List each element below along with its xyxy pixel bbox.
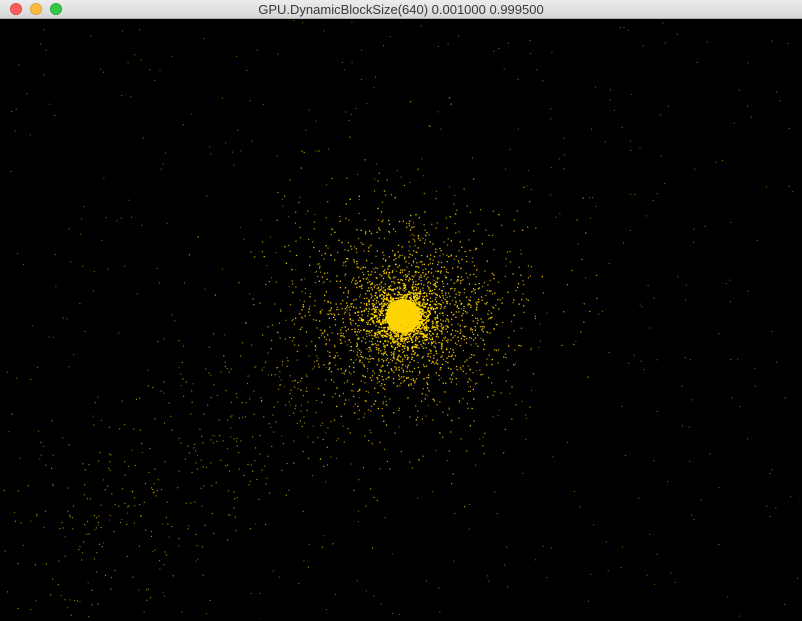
app-window: GPU.DynamicBlockSize(640) 0.001000 0.999… [0,0,802,621]
title-bar[interactable]: GPU.DynamicBlockSize(640) 0.001000 0.999… [0,0,802,19]
particle-viewport[interactable] [2,19,800,619]
particle-field [3,20,800,619]
window-title: GPU.DynamicBlockSize(640) 0.001000 0.999… [258,2,544,17]
